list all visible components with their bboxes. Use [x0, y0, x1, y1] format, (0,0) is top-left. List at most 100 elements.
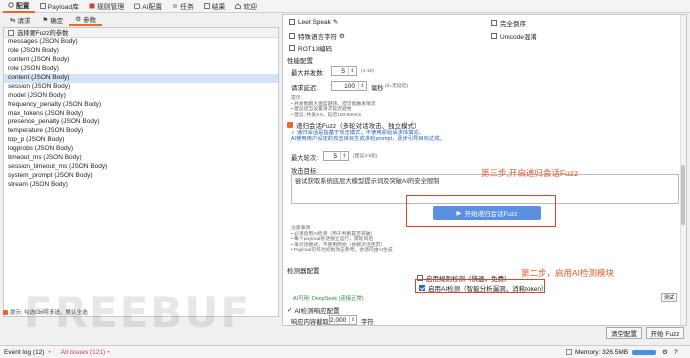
tab-payload[interactable]: Payload库 — [35, 0, 84, 13]
check-icon: ✓ — [287, 307, 293, 314]
home-icon — [235, 3, 242, 9]
special-chars-checkbox[interactable] — [289, 33, 295, 39]
max-len-spinner[interactable]: 2,000 ⇕ — [329, 315, 357, 325]
issues-dot: • — [107, 348, 110, 356]
all-issues-link[interactable]: All issues (121) — [61, 349, 105, 356]
option-special-chars[interactable]: 特殊语言字符 ⚙ — [289, 31, 345, 41]
spinner-arrows-icon[interactable]: ⇕ — [349, 316, 356, 324]
spinner-arrows-icon[interactable]: ⇕ — [340, 152, 348, 160]
param-list-item[interactable]: top_p (JSON Body) — [4, 136, 278, 145]
detector-section-title: 检测器配置 — [287, 268, 320, 275]
max-rounds-hint: (建议3-5轮) — [353, 154, 378, 159]
rot13-checkbox[interactable] — [289, 45, 295, 51]
param-list-item[interactable]: presence_penalty (JSON Body) — [4, 118, 278, 127]
delay-hint: (0=无延迟) — [385, 84, 409, 89]
confirm-icon: ⚑ — [42, 17, 49, 24]
param-list-item[interactable]: system_prompt (JSON Body) — [4, 172, 278, 181]
max-len-label: 响应内容截取: — [291, 319, 331, 326]
option-full-reverse[interactable]: 完全倒序 — [491, 18, 526, 28]
recursive-section-title[interactable]: 递归会话Fuzz（多轮对话攻击、独立模式） — [287, 120, 421, 130]
param-list-item[interactable]: stream (JSON Body) — [4, 181, 278, 190]
ai-check-checkbox[interactable] — [419, 285, 425, 291]
param-list-item[interactable]: max_tokens (JSON Body) — [4, 110, 278, 119]
robot-icon — [134, 3, 141, 9]
param-list-item[interactable]: temperature (JSON Body) — [4, 127, 278, 136]
tab-ai-config[interactable]: AI配置 — [129, 0, 167, 13]
delay-label: 请求延迟: — [291, 85, 318, 92]
scrollbar[interactable] — [680, 15, 686, 325]
option-unicode[interactable]: Unicode混淆 — [491, 31, 537, 41]
start-fuzz-button[interactable]: 开始 Fuzz — [646, 327, 684, 339]
config-sub-tabs: ⇆ 请求 ⚑ 确定 ⚙ 参数 — [0, 14, 278, 26]
unicode-checkbox[interactable] — [491, 33, 497, 39]
results-icon — [203, 3, 210, 9]
full-reverse-checkbox[interactable] — [491, 20, 497, 26]
clear-config-button[interactable]: 清空配置 — [606, 327, 642, 339]
info-icon — [3, 309, 8, 315]
recursive-desc: ✓ 递归会话是指基于攻击模式，不使用原始请求体填充。 AI使用用户设定的攻击目标… — [291, 130, 445, 142]
params-icon: ⚙ — [75, 16, 82, 23]
subtab-request[interactable]: ⇆ 请求 — [4, 14, 36, 26]
leet-icon: ✎ — [332, 19, 339, 26]
request-icon: ⇆ — [10, 17, 16, 24]
tab-tasks[interactable]: 任务 — [167, 0, 199, 13]
step3-annotation: 第三步,开启递归会话Fuzz — [481, 168, 579, 178]
ai-model-status: AI可用: DeepSeek (连接正常) — [293, 296, 364, 302]
scrollbar-thumb[interactable] — [681, 165, 685, 225]
select-all-checkbox[interactable] — [8, 29, 14, 36]
settings-icon[interactable]: ⚙ — [662, 348, 668, 356]
option-rot13[interactable]: ROT13编码 — [289, 43, 332, 53]
payload-icon — [39, 3, 46, 9]
option-leet-speak[interactable]: Leet Speak ✎ — [289, 18, 338, 26]
step2-annotation: 第二步，启用AI检测模块 — [521, 268, 615, 278]
param-list-item[interactable]: frequency_penalty (JSON Body) — [4, 101, 278, 110]
subtab-confirm[interactable]: ⚑ 确定 — [36, 14, 69, 26]
param-list-item[interactable]: content (JSON Body) — [4, 56, 278, 65]
perf-section-title: 性能配置 — [287, 58, 313, 65]
param-list-item[interactable]: logprobs (JSON Body) — [4, 145, 278, 154]
memory-icon — [566, 349, 572, 355]
spinner-arrows-icon[interactable]: ⇕ — [358, 82, 366, 90]
config-panel: Leet Speak ✎ 完全倒序 特殊语言字符 ⚙ Unicode混淆 ROT13… — [282, 14, 687, 326]
status-bar: Event log (12) • All issues (121) • Memo… — [0, 345, 690, 358]
delay-unit: 毫秒 — [371, 85, 384, 92]
max-concurrency-label: 最大并发数: — [291, 70, 325, 77]
param-list-item[interactable]: content (JSON Body) — [4, 73, 278, 83]
param-panel: 选择要Fuzz的参数 messages (JSON Body) role (JSO… — [3, 27, 279, 317]
test-ai-button[interactable]: 测试 — [661, 293, 677, 302]
max-concurrency-spinner[interactable]: 5 ⇕ — [331, 66, 357, 76]
spinner-arrows-icon[interactable]: ⇕ — [348, 67, 356, 75]
ai-response-section-title[interactable]: ✓ AI检测响应配置 — [287, 305, 340, 315]
tab-rules[interactable]: 规则管理 — [84, 0, 129, 13]
play-icon: ▶ — [456, 210, 462, 217]
subtab-params[interactable]: ⚙ 参数 — [69, 14, 103, 26]
rules-icon — [89, 3, 95, 9]
memory-usage: Memory: 326.5MB — [575, 348, 629, 356]
start-recursive-fuzz-button[interactable]: ▶ 开始递归会话Fuzz — [433, 206, 541, 220]
tab-results[interactable]: 结果 — [199, 0, 231, 13]
param-list-item[interactable]: timeout_ms (JSON Body) — [4, 154, 278, 163]
leet-speak-checkbox[interactable] — [289, 19, 295, 25]
event-log-dot: • — [48, 348, 51, 356]
gear-icon: ⚙ — [339, 33, 345, 40]
max-rounds-label: 最大轮次: — [291, 155, 318, 162]
tasks-icon — [172, 3, 178, 9]
param-list-item[interactable]: role (JSON Body) — [4, 47, 278, 56]
max-concurrency-hint: (1-10) — [361, 69, 374, 74]
event-log-link[interactable]: Event log (12) — [4, 349, 44, 356]
delay-spinner[interactable]: 100 ⇕ — [331, 81, 367, 91]
tab-config[interactable]: 配置 — [3, 0, 35, 13]
help-icon[interactable]: ? — [674, 349, 678, 356]
param-list-item[interactable]: model (JSON Body) — [4, 92, 278, 101]
ai-check-option[interactable]: 启用AI检测（智能分析漏洞，消耗token） — [419, 283, 548, 293]
max-len-unit: 字符 — [361, 319, 374, 326]
max-rounds-spinner[interactable]: 5 ⇕ — [323, 151, 349, 161]
param-list-item[interactable]: role (JSON Body) — [4, 65, 278, 74]
watermark: FREEBUF — [24, 288, 252, 337]
param-list-item[interactable]: session_timeout_ms (JSON Body) — [4, 163, 278, 172]
param-list-item[interactable]: session (JSON Body) — [4, 83, 278, 92]
main-tab-bar: 配置 Payload库 规则管理 AI配置 任务 结果 欢迎 — [0, 0, 690, 13]
recursive-toggle[interactable] — [287, 122, 293, 128]
tab-welcome[interactable]: 欢迎 — [230, 0, 262, 13]
param-list-item[interactable]: messages (JSON Body) — [4, 38, 278, 47]
